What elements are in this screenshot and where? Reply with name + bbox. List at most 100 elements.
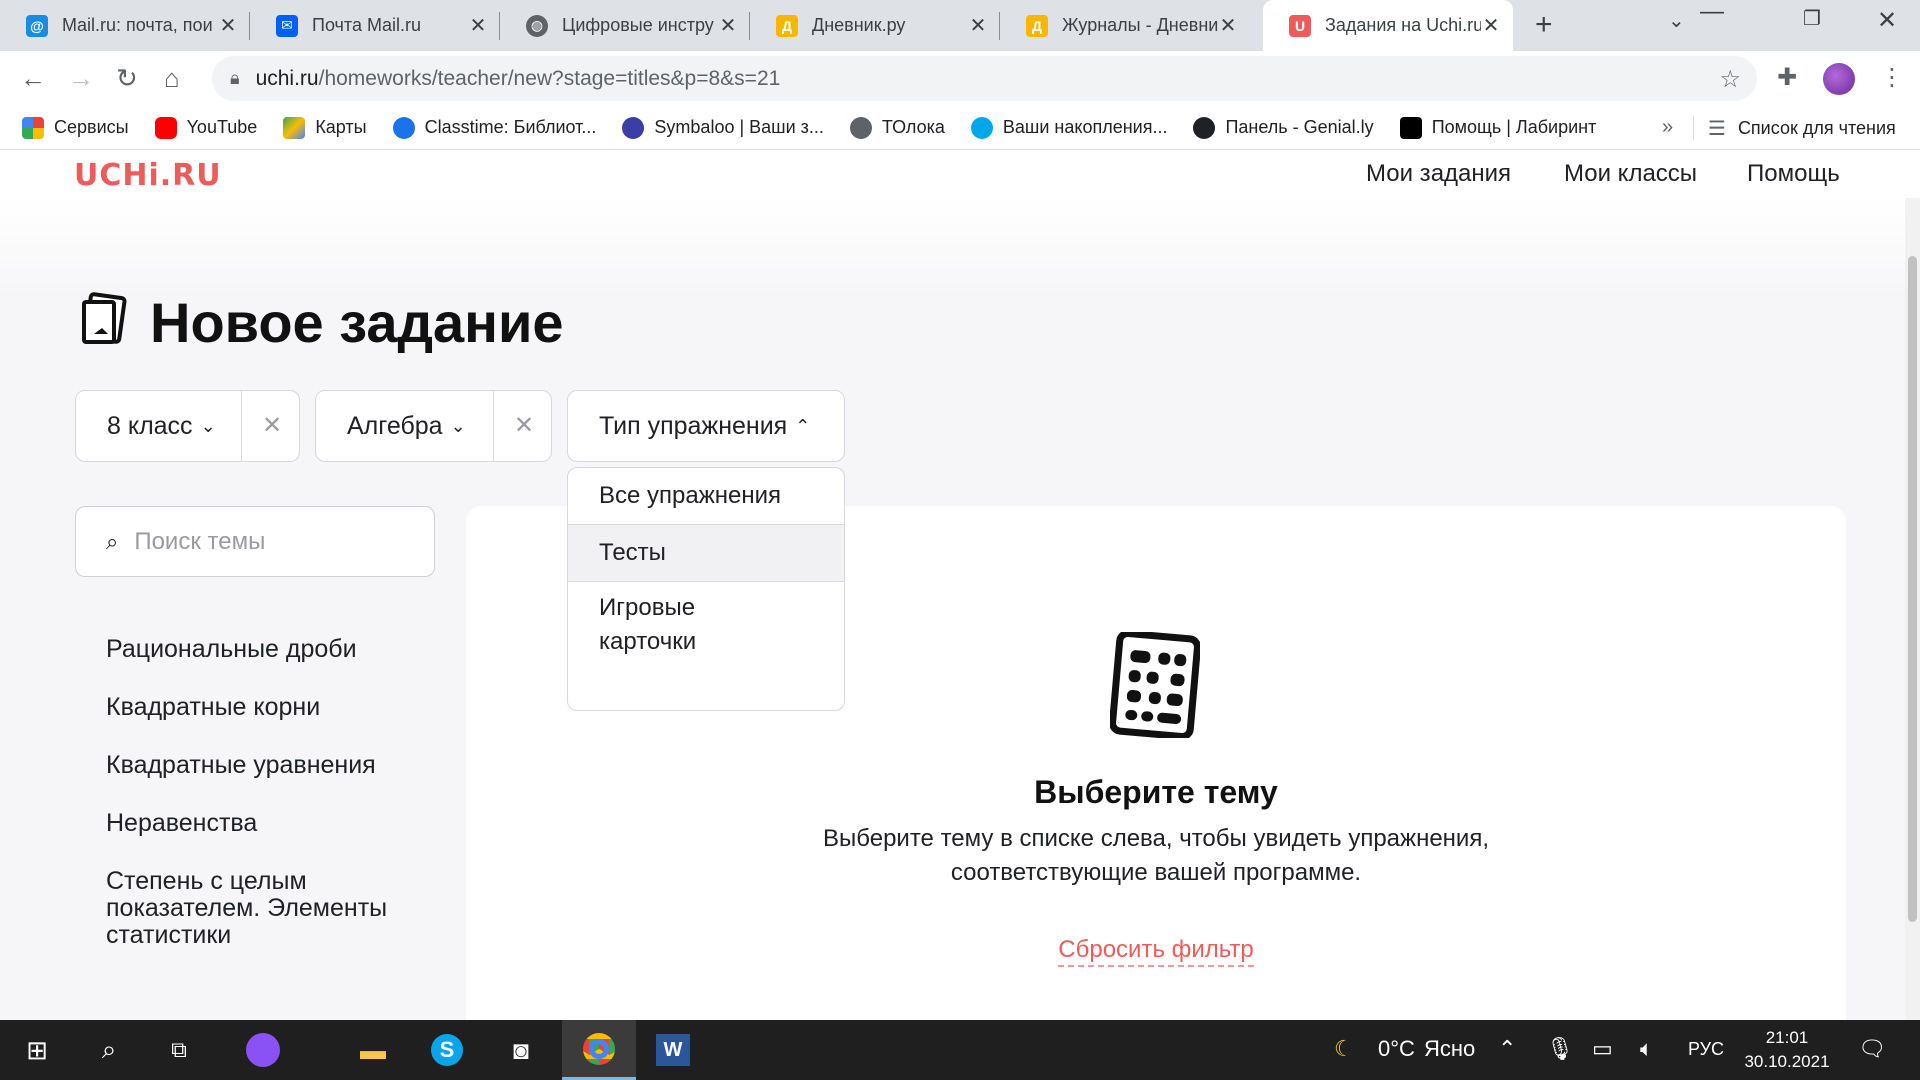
nav-my-classes[interactable]: Мои классы [1564,160,1697,188]
reset-filter-link[interactable]: Сбросить фильтр [466,936,1846,967]
windows-taskbar: ⊞ ⌕ ⧉ ▬ S ◙ W ☾ 0°C Ясно ⌃ 🎙︎ ▭ 🔈︎ РУС 2… [0,1020,1920,1080]
search-icon: ⌕ [106,528,119,554]
clock[interactable]: 21:01 30.10.2021 [1736,1026,1838,1074]
dropdown-item-all[interactable]: Все упражнения [568,468,844,524]
topic-item[interactable]: Степень с целым показателем. Элементы ст… [106,868,426,949]
task-view-icon[interactable]: ⧉ [142,1020,216,1080]
new-tab-button[interactable]: + [1535,8,1553,42]
camera-icon[interactable]: ◙ [484,1020,558,1080]
bookmark-services[interactable]: Сервисы [22,116,129,139]
nav-help[interactable]: Помощь [1747,160,1840,188]
bookmark-label: ТОлока [881,117,945,137]
exercise-type-select[interactable]: Тип упражнения ⌃ [568,412,810,441]
uchi-logo[interactable]: UCHi.RU [74,158,222,193]
battery-icon[interactable]: ▭ [1592,1036,1613,1062]
tab-journals[interactable]: Д Журналы - Дневни ✕ [1000,0,1250,51]
tab-mailru[interactable]: @ Mail.ru: почта, пои ✕ [0,0,250,51]
close-icon[interactable]: ✕ [1218,13,1238,38]
dnevnik-icon: Д [776,14,798,37]
alice-assistant-icon[interactable] [226,1020,300,1080]
chrome-icon[interactable] [562,1020,636,1080]
bookmark-youtube[interactable]: YouTube [154,116,257,139]
page-scrollbar[interactable] [1905,198,1920,1020]
topic-item[interactable]: Квадратные корни [106,694,426,721]
topic-item[interactable]: Квадратные уравнения [106,752,426,779]
bookmark-label: Classtime: Библиот... [424,117,597,137]
bookmark-symbaloo[interactable]: Symbaloo | Ваши з... [622,116,824,139]
close-icon[interactable]: ✕ [1481,13,1501,38]
bookmark-star-icon[interactable]: ☆ [1719,65,1741,94]
subject-filter[interactable]: Алгебра ⌄ ✕ [315,390,552,462]
bookmark-genially[interactable]: Панель - Genial.ly [1193,116,1374,139]
clear-subject-close-icon[interactable]: ✕ [514,411,534,440]
grade-filter[interactable]: 8 класс ⌄ ✕ [75,390,300,462]
tab-title: Цифровые инстру [562,15,714,35]
grade-select[interactable]: 8 класс ⌄ [76,412,216,441]
weather-text[interactable]: Ясно [1424,1036,1475,1062]
bookmark-toloka[interactable]: ТОлока [849,116,945,139]
bookmark-label: Symbaloo | Ваши з... [654,117,824,137]
clock-date: 30.10.2021 [1744,1052,1830,1071]
tab-digital-tools[interactable]: ◍ Цифровые инстру ✕ [500,0,750,51]
search-input[interactable] [134,527,395,556]
dropdown-item-tests[interactable]: Тесты [568,525,844,581]
tab-dnevnik[interactable]: Д Дневник.ру ✕ [750,0,1000,51]
search-icon[interactable]: ⌕ [72,1020,146,1080]
labirint-icon [1399,116,1422,139]
minimize-button[interactable]: — [1700,0,1724,26]
restore-button[interactable]: ❐ [1803,6,1821,31]
classtime-icon [392,116,415,139]
notifications-icon[interactable]: 🗨︎ [1858,1036,1886,1062]
bookmark-classtime[interactable]: Classtime: Библиот... [392,116,597,139]
tab-uchi-active[interactable]: U Задания на Uchi.ru ✕ [1263,0,1513,51]
bookmarks-bar: Сервисы YouTube Карты Classtime: Библиот… [0,106,1920,150]
weather-temp[interactable]: 0°C [1378,1036,1415,1062]
close-icon[interactable]: ✕ [468,13,488,38]
close-icon[interactable]: ✕ [218,13,238,38]
tab-pochta-mailru[interactable]: ✉ Почта Mail.ru ✕ [250,0,500,51]
address-bar[interactable]: 🔒︎ uchi.ru/homeworks/teacher/new?stage=t… [212,56,1757,101]
topic-search[interactable]: ⌕ [75,506,435,577]
bookmark-labirint[interactable]: Помощь | Лабиринт [1399,116,1596,139]
reload-button[interactable]: ↻ [116,63,138,94]
file-explorer-folder-icon[interactable]: ▬ [336,1020,410,1080]
language-indicator[interactable]: РУС [1688,1039,1724,1060]
home-button[interactable]: ⌂ [164,63,180,94]
savings-icon [970,116,993,139]
window-close-button[interactable]: ✕ [1877,6,1897,35]
start-windows-icon[interactable]: ⊞ [0,1020,74,1080]
word-icon[interactable]: W [636,1020,710,1080]
tray-chevron-up-icon[interactable]: ⌃ [1498,1036,1516,1062]
more-bookmarks-chevron-icon[interactable]: » [1662,116,1673,139]
moon-weather-icon: ☾ [1334,1036,1354,1061]
grade-value: 8 класс [107,411,193,440]
bookmark-savings[interactable]: Ваши накопления... [970,116,1167,139]
subject-select[interactable]: Алгебра ⌄ [316,412,466,441]
extensions-puzzle-icon[interactable]: ✚ [1777,63,1797,92]
bookmarks-divider [1693,116,1694,140]
topic-item[interactable]: Рациональные дроби [106,636,426,663]
bookmark-label: Сервисы [54,117,129,137]
close-icon[interactable]: ✕ [968,13,988,38]
volume-icon[interactable]: 🔈︎ [1640,1036,1653,1062]
reading-list-button[interactable]: ☰ Список для чтения [1708,116,1896,141]
dropdown-item-game-cards[interactable]: Игровые карточки [568,582,844,668]
clear-grade-close-icon[interactable]: ✕ [262,411,282,440]
close-icon[interactable]: ✕ [718,13,738,38]
exercise-type-filter[interactable]: Тип упражнения ⌃ [567,390,845,462]
bookmark-maps[interactable]: Карты [283,116,367,139]
bookmark-label: Карты [315,117,367,137]
menu-kebab-icon[interactable]: ⋮ [1880,63,1904,92]
skype-icon[interactable]: S [410,1020,484,1080]
chevron-down-icon: ⌄ [200,415,216,436]
microphone-icon[interactable]: 🎙︎ [1546,1036,1574,1062]
profile-avatar[interactable] [1823,63,1855,95]
scrollbar-thumb[interactable] [1908,256,1917,922]
forward-button[interactable]: → [68,63,94,94]
globe-icon [849,116,872,139]
topic-item[interactable]: Неравенства [106,810,426,837]
tab-search-chevron-icon[interactable]: ⌄ [1668,8,1685,33]
url-path: /homeworks/teacher/new?stage=titles&p=8&… [318,66,781,90]
back-button[interactable]: ← [20,63,46,94]
nav-my-tasks[interactable]: Мои задания [1366,160,1511,188]
